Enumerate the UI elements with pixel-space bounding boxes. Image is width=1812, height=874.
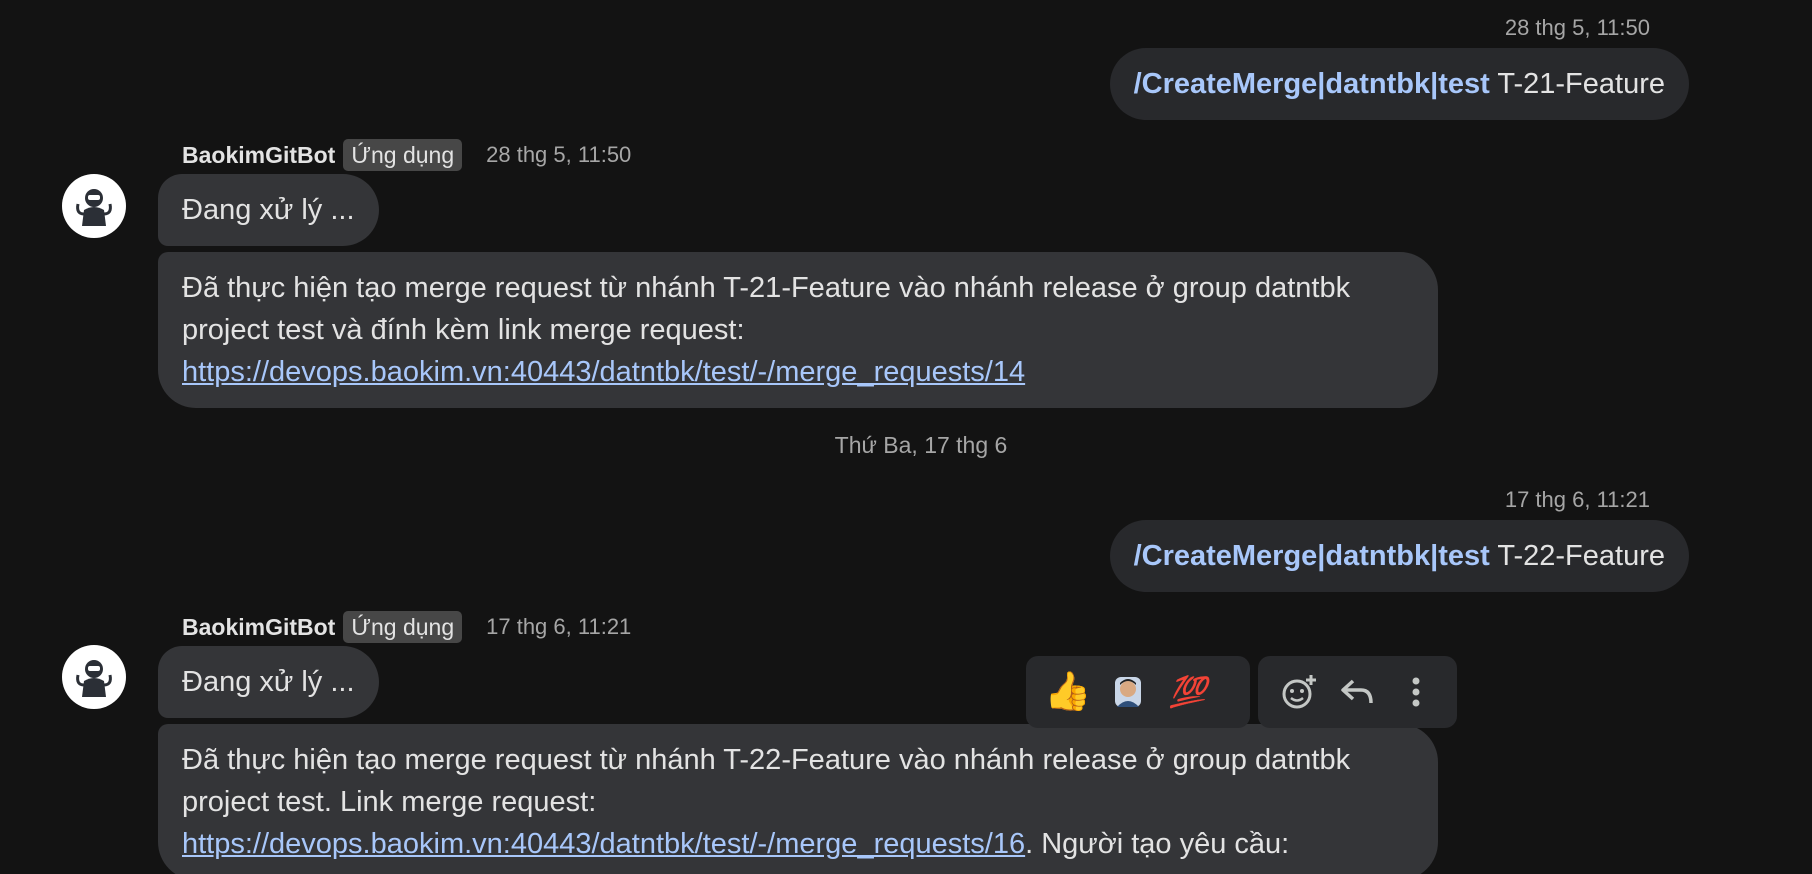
sender-header: BaokimGitBot Ứng dụng 28 thg 5, 11:50 bbox=[182, 138, 631, 172]
message-text-suffix: . Người tạo yêu cầu: bbox=[1025, 828, 1290, 860]
more-vert-icon bbox=[1412, 677, 1420, 707]
add-reaction-button[interactable] bbox=[1270, 662, 1328, 722]
merge-request-link[interactable]: https://devops.baokim.vn:40443/datntbk/t… bbox=[182, 356, 1025, 388]
status-text: Đang xử lý ... bbox=[182, 194, 355, 226]
more-options-button[interactable] bbox=[1387, 662, 1445, 722]
app-badge: Ứng dụng bbox=[343, 139, 463, 171]
thumbs-up-reaction-button[interactable]: 👍 bbox=[1038, 662, 1098, 722]
incoming-message-bubble[interactable]: Đã thực hiện tạo merge request từ nhánh … bbox=[158, 252, 1438, 408]
app-badge: Ứng dụng bbox=[343, 611, 463, 643]
bot-avatar[interactable] bbox=[62, 174, 126, 238]
reply-icon bbox=[1341, 679, 1374, 704]
command-argument: T-21-Feature bbox=[1489, 68, 1665, 100]
outgoing-message-bubble[interactable]: /CreateMerge|datntbk|test T-21-Feature bbox=[1109, 48, 1689, 120]
outgoing-message-bubble[interactable]: /CreateMerge|datntbk|test T-22-Feature bbox=[1109, 520, 1689, 592]
incoming-message-bubble[interactable]: Đang xử lý ... bbox=[158, 646, 379, 718]
command-argument: T-22-Feature bbox=[1489, 540, 1665, 572]
sender-name[interactable]: BaokimGitBot bbox=[182, 614, 335, 641]
incoming-message-bubble[interactable]: Đã thực hiện tạo merge request từ nhánh … bbox=[158, 724, 1438, 874]
date-divider: Thứ Ba, 17 thg 6 bbox=[834, 432, 1008, 458]
message-timestamp: 17 thg 6, 11:21 bbox=[1504, 487, 1650, 512]
quick-reactions-toolbar: 👍 💯 bbox=[1026, 656, 1250, 728]
bot-avatar[interactable] bbox=[62, 645, 126, 709]
message-actions-toolbar bbox=[1258, 656, 1457, 728]
reply-button[interactable] bbox=[1328, 662, 1386, 722]
message-text: Đã thực hiện tạo merge request từ nhánh … bbox=[182, 744, 1351, 818]
slash-command[interactable]: /CreateMerge|datntbk|test bbox=[1134, 540, 1490, 572]
hundred-points-reaction-button[interactable]: 💯 bbox=[1158, 662, 1218, 722]
robot-icon bbox=[76, 189, 112, 226]
person-emoji-reaction-button[interactable] bbox=[1098, 662, 1158, 722]
message-text: Đã thực hiện tạo merge request từ nhánh … bbox=[182, 272, 1351, 346]
message-timestamp: 28 thg 5, 11:50 bbox=[486, 142, 632, 167]
thumbs-up-emoji: 👍 bbox=[1044, 671, 1092, 713]
merge-request-link[interactable]: https://devops.baokim.vn:40443/datntbk/t… bbox=[182, 828, 1025, 860]
add-reaction-icon bbox=[1282, 675, 1317, 709]
message-timestamp: 17 thg 6, 11:21 bbox=[486, 614, 632, 639]
status-text: Đang xử lý ... bbox=[182, 666, 355, 698]
sender-header: BaokimGitBot Ứng dụng 17 thg 6, 11:21 bbox=[182, 610, 631, 644]
sender-name[interactable]: BaokimGitBot bbox=[182, 142, 335, 169]
chat-thread: 28 thg 5, 11:50 /CreateMerge|datntbk|tes… bbox=[0, 0, 1812, 874]
incoming-message-bubble[interactable]: Đang xử lý ... bbox=[158, 174, 379, 246]
message-timestamp: 28 thg 5, 11:50 bbox=[1504, 15, 1650, 40]
robot-icon bbox=[76, 660, 112, 697]
hundred-points-emoji: 💯 bbox=[1169, 675, 1207, 709]
slash-command[interactable]: /CreateMerge|datntbk|test bbox=[1134, 68, 1490, 100]
person-emoji bbox=[1115, 677, 1141, 707]
